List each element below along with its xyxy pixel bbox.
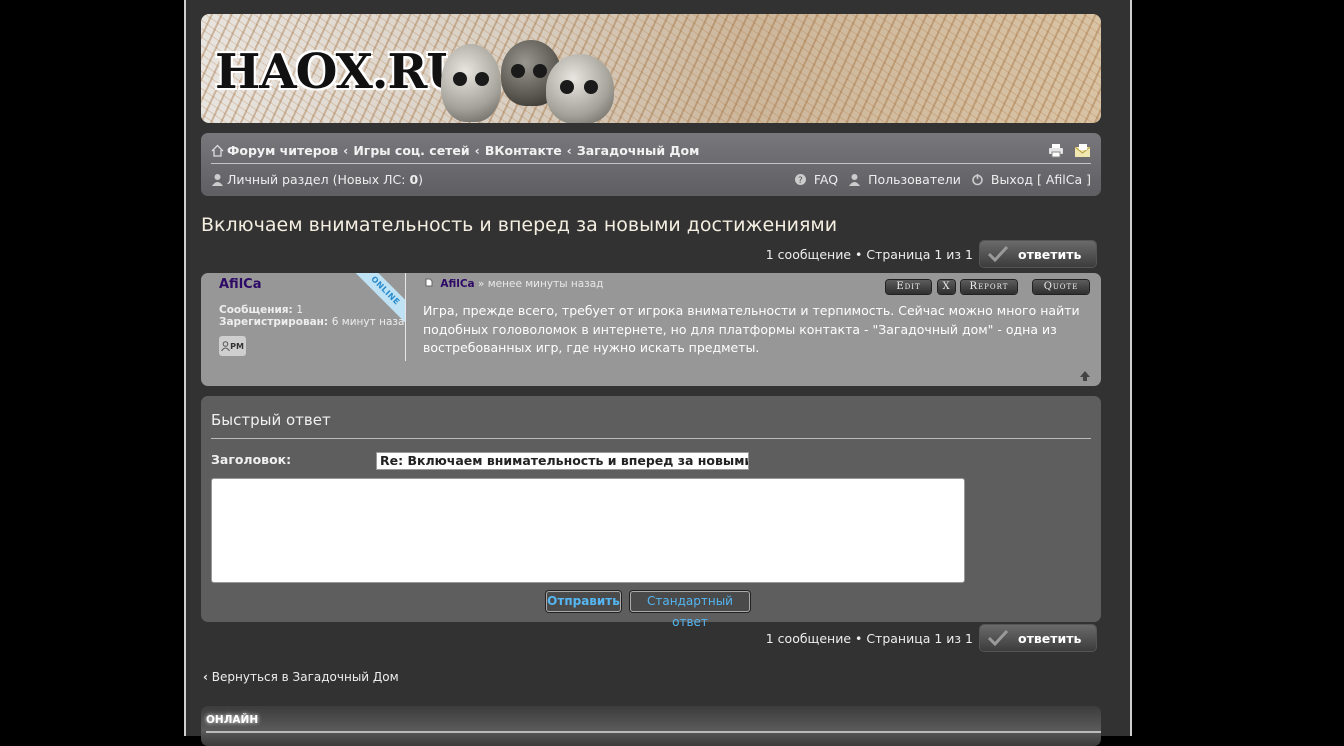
quote-button[interactable]: Quote (1033, 280, 1089, 294)
post-profile: AfilCa ONLINE Сообщения: 1 Зарегистриров… (201, 273, 406, 361)
post-meta-author[interactable]: AfilCa (440, 278, 474, 290)
check-icon (987, 629, 1009, 647)
online-title: ОНЛАЙН (206, 714, 259, 726)
skull-icon (441, 44, 501, 122)
print-icon[interactable] (1048, 143, 1064, 158)
user-icon (212, 173, 223, 186)
site-header: HAOX.RU (201, 14, 1101, 123)
full-editor-button[interactable]: Стандартный ответ (630, 591, 750, 629)
chevron-left-icon: ‹ (203, 670, 208, 684)
post-icon (425, 278, 433, 287)
chevron-left-icon: ‹ (343, 142, 349, 158)
private-section-link[interactable]: Личный раздел (Новых ЛС: 0) (227, 172, 423, 187)
faq-link[interactable]: FAQ (814, 172, 838, 187)
help-icon: ? (794, 173, 806, 186)
topic-title[interactable]: Включаем внимательность и вперед за новы… (201, 214, 837, 236)
logout-link[interactable]: Выход [ AfilCa ] (991, 172, 1091, 187)
page-container: HAOX.RU Форум читеров ‹ Игры соц. сетей … (184, 0, 1132, 746)
post-count: Сообщения: 1 (219, 304, 304, 316)
breadcrumb-item[interactable]: Загадочный Дом (577, 143, 700, 158)
post-meta: AfilCa » менее минуты назад (425, 278, 603, 290)
pm-label: PM (230, 341, 244, 351)
registered-date: Зарегистрирован: 6 минут назад (219, 316, 406, 328)
navbar: Форум читеров ‹ Игры соц. сетей ‹ ВКонта… (201, 133, 1101, 196)
subject-label: Заголовок: (211, 452, 292, 467)
breadcrumb-item[interactable]: Форум читеров (227, 143, 338, 158)
quick-reply-panel: Быстрый ответ Заголовок: Re: Включаем вн… (201, 396, 1101, 629)
members-link[interactable]: Пользователи (868, 172, 961, 187)
reply-label: ответить (1018, 630, 1082, 646)
home-icon (211, 144, 224, 157)
reply-button[interactable]: ответить (980, 625, 1096, 651)
divider (206, 731, 1101, 733)
check-icon (987, 245, 1009, 263)
online-panel: ОНЛАЙН (201, 706, 1101, 746)
logout-icon (972, 173, 983, 185)
breadcrumb-item[interactable]: Игры соц. сетей (353, 143, 469, 158)
back-link-label: Вернуться в Загадочный Дом (211, 670, 399, 684)
reply-label: ответить (1018, 246, 1082, 262)
user-icon (221, 341, 230, 351)
divider (211, 438, 1091, 439)
post: AfilCa ONLINE Сообщения: 1 Зарегистриров… (201, 273, 1101, 386)
edit-button[interactable]: Edit (886, 280, 931, 294)
reply-button[interactable]: ответить (980, 241, 1096, 267)
email-icon[interactable] (1074, 143, 1091, 158)
post-author[interactable]: AfilCa (219, 277, 261, 292)
site-logo[interactable]: HAOX.RU (215, 44, 468, 100)
breadcrumb: Форум читеров ‹ Игры соц. сетей ‹ ВКонта… (211, 142, 1091, 158)
quick-reply-title: Быстрый ответ (211, 411, 331, 429)
user-menu: Личный раздел (Новых ЛС: 0) ? FAQ Пользо… (211, 171, 1091, 187)
report-button[interactable]: Report (961, 280, 1017, 294)
submit-button[interactable]: Отправить (546, 591, 621, 612)
users-icon (849, 173, 861, 186)
skull-icon (546, 54, 614, 123)
svg-text:?: ? (798, 176, 803, 186)
delete-button[interactable]: X (938, 280, 955, 294)
pagination: 1 сообщение • Страница 1 из 1 (765, 247, 973, 262)
divider (211, 163, 1091, 164)
back-link[interactable]: ‹ Вернуться в Загадочный Дом (203, 670, 399, 684)
breadcrumb-item[interactable]: ВКонтакте (485, 143, 562, 158)
message-textarea[interactable] (211, 478, 965, 583)
pm-button[interactable]: PM (219, 336, 246, 356)
chevron-left-icon: ‹ (566, 142, 572, 158)
chevron-left-icon: ‹ (474, 142, 480, 158)
post-body: Игра, прежде всего, требует от игрока вн… (423, 303, 1080, 355)
subject-input[interactable]: Re: Включаем внимательность и вперед за … (376, 452, 749, 470)
post-time: » менее минуты назад (478, 278, 604, 290)
pagination: 1 сообщение • Страница 1 из 1 (765, 631, 973, 646)
back-to-top-icon[interactable] (1079, 370, 1091, 382)
